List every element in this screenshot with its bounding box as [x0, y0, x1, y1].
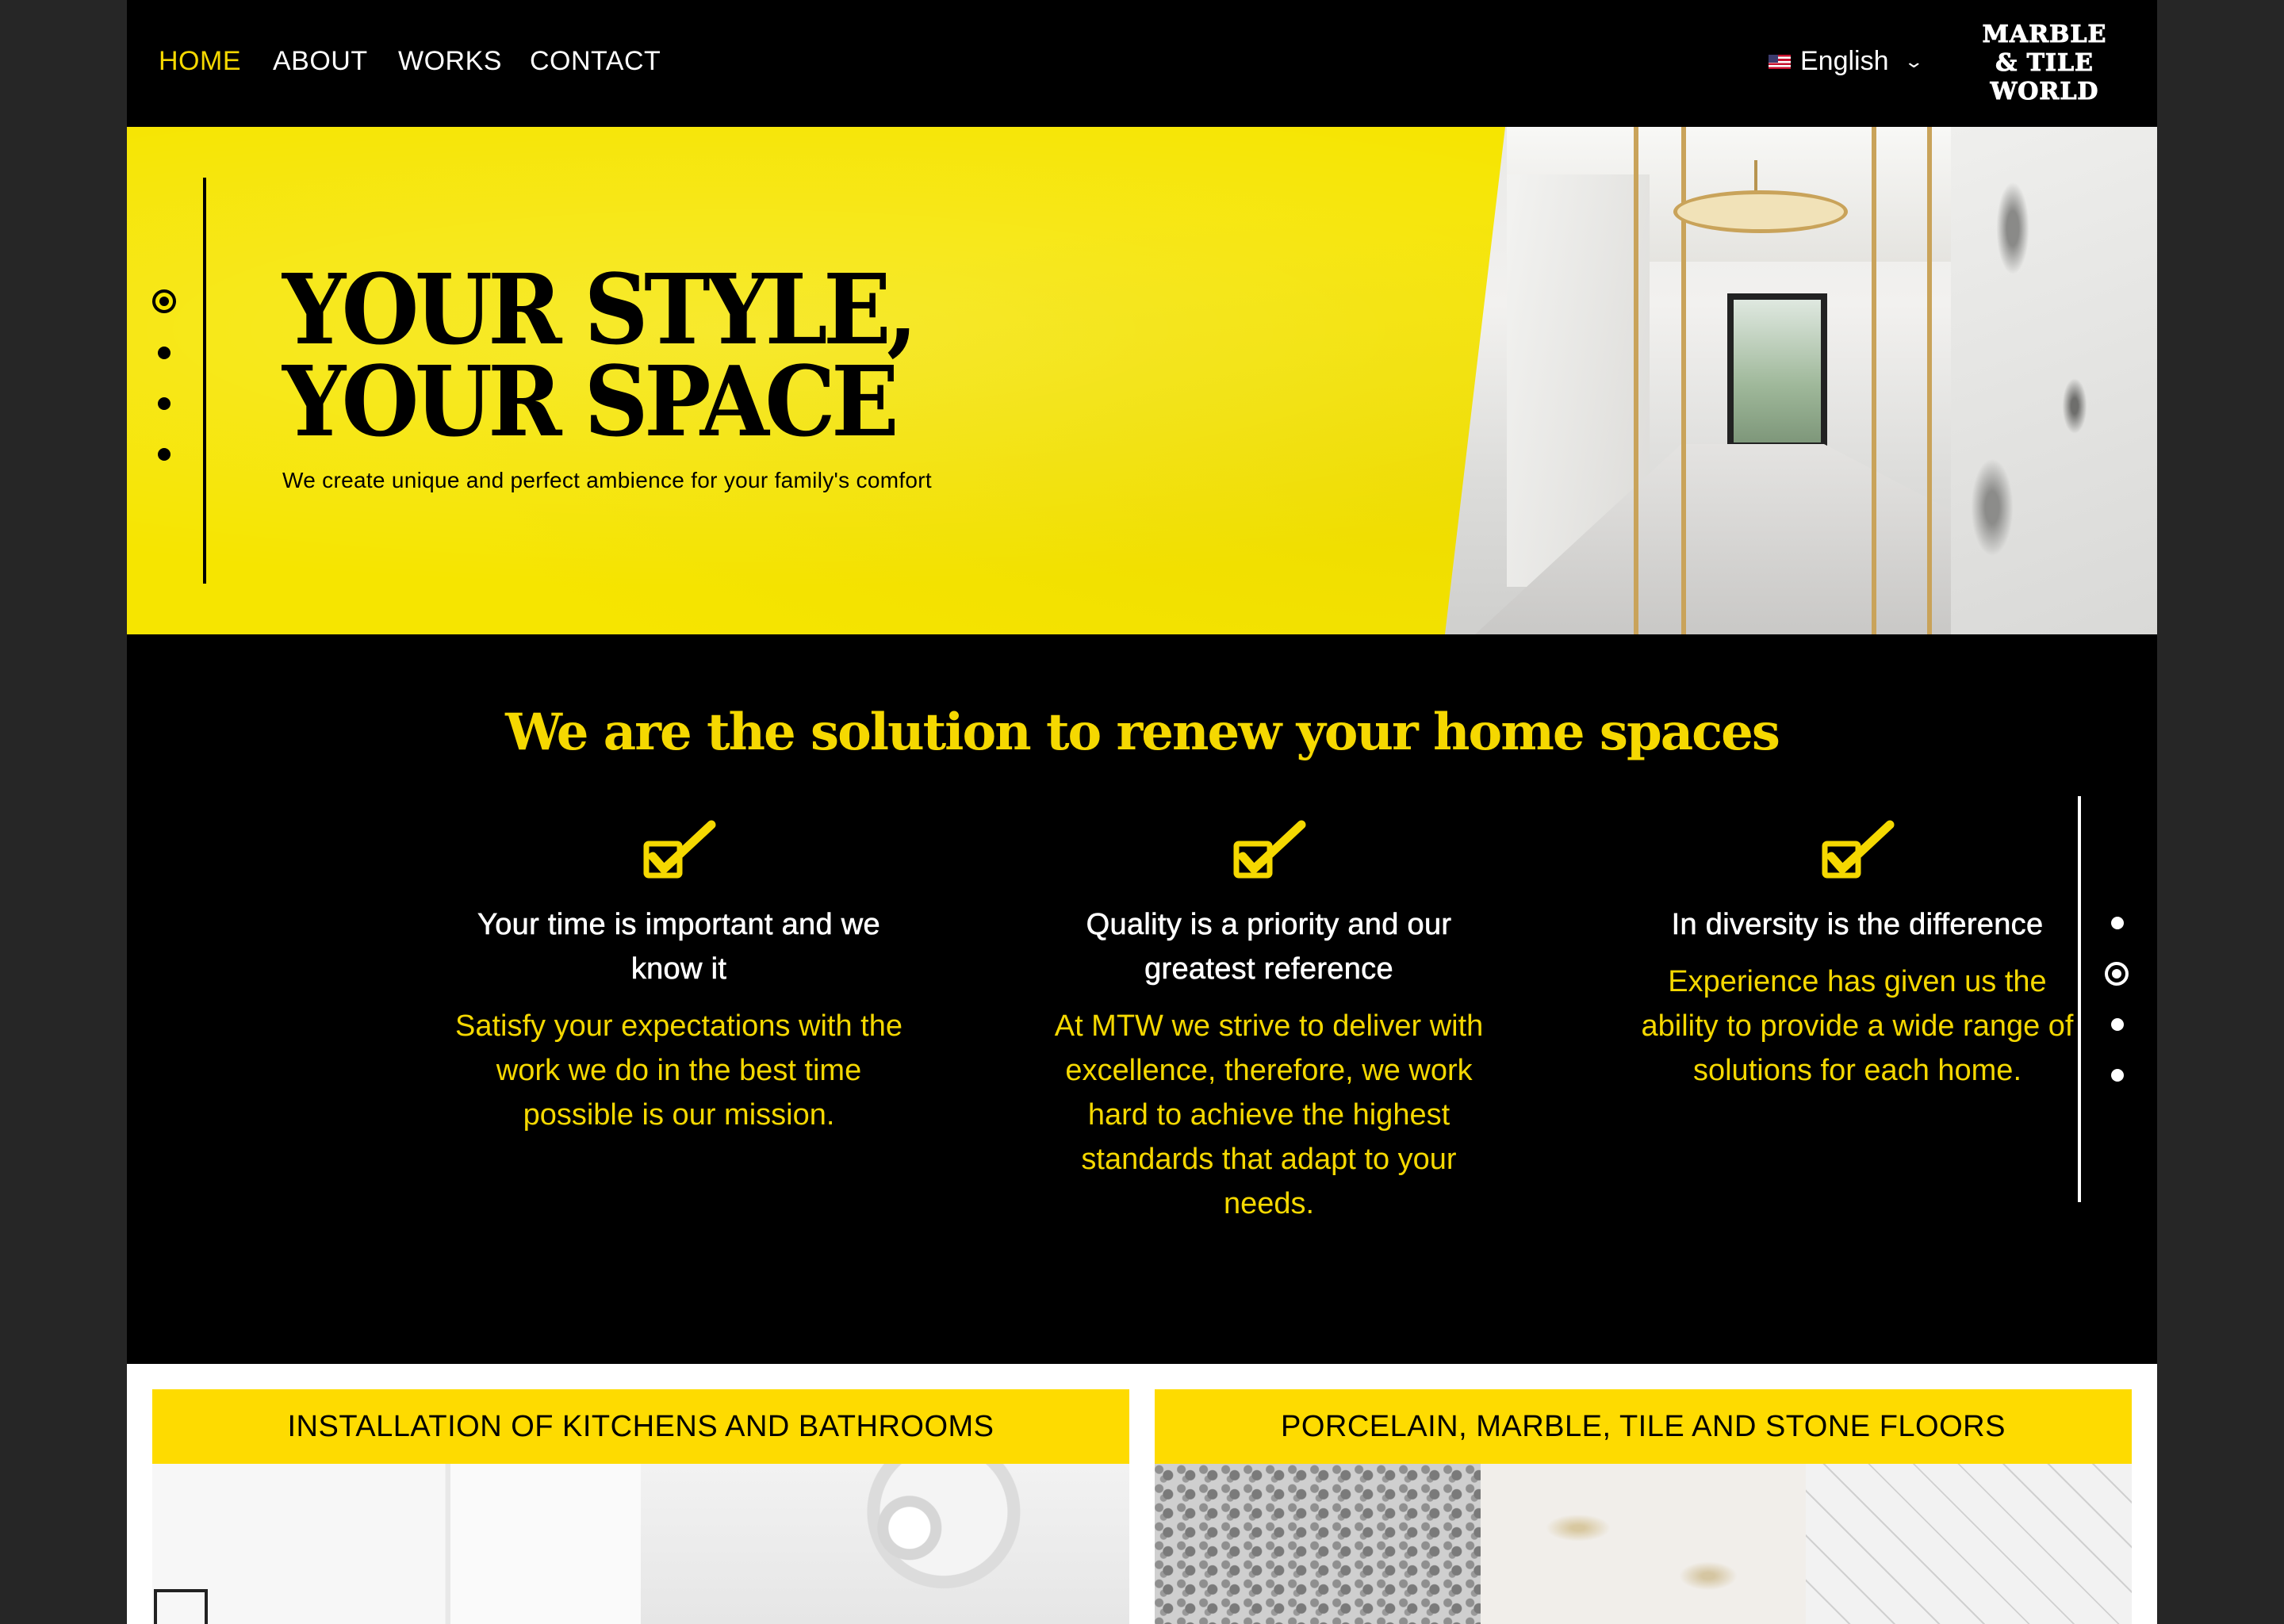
feature-text-line-2: ability to provide a wide range of [1641, 1009, 2074, 1043]
logo-line-1: MARBLE [1982, 21, 2107, 49]
checkbox-check-icon [643, 820, 716, 879]
nav-works[interactable]: WORKS [398, 46, 502, 77]
stone-floor-image [1155, 1464, 1481, 1624]
hero-slide-dot-4[interactable] [158, 448, 171, 461]
nav-contact[interactable]: CONTACT [530, 46, 661, 77]
hero-title: YOUR STYLE, YOUR SPACE [282, 252, 918, 458]
hero-subtitle: We create unique and perfect ambience fo… [282, 468, 932, 492]
feature-card-diversity: In diversity is the difference Experienc… [1604, 817, 2111, 1093]
feature-text-line-1: Experience has given us the [1668, 965, 2047, 998]
service-title-bar: INSTALLATION OF KITCHENS AND BATHROOMS [152, 1389, 1129, 1464]
hero-title-line-2: YOUR SPACE [282, 344, 899, 458]
service-title: INSTALLATION OF KITCHENS AND BATHROOMS [287, 1409, 994, 1443]
tile-floor-image [1806, 1464, 2133, 1624]
hero-slide-dot-1[interactable] [152, 289, 176, 313]
feature-text-line-2: excellence, therefore, we work [1065, 1054, 1473, 1087]
us-flag-icon [1769, 54, 1791, 69]
features-section: We are the solution to renew your home s… [127, 634, 2157, 1364]
feature-text-line-3: possible is our mission. [523, 1098, 835, 1132]
hero-slide-dot-2[interactable] [158, 347, 171, 359]
feature-text-line-2: work we do in the best time [496, 1054, 862, 1087]
service-images [152, 1464, 1129, 1624]
service-title: PORCELAIN, MARBLE, TILE AND STONE FLOORS [1281, 1409, 2006, 1443]
features-slide-dot-1[interactable] [2111, 917, 2124, 929]
feature-heading-line-2: greatest reference [1144, 952, 1393, 986]
feature-heading-line-1: Your time is important and we [477, 908, 880, 942]
hero-slide-dot-3[interactable] [158, 397, 171, 410]
hero-title-line-1: YOUR STYLE, [282, 252, 918, 366]
service-card-kitchens-bathrooms[interactable]: INSTALLATION OF KITCHENS AND BATHROOMS [152, 1389, 1129, 1624]
language-label: English [1800, 46, 1889, 76]
features-slide-dot-3[interactable] [2111, 1018, 2124, 1031]
kitchen-image [152, 1464, 641, 1624]
features-slider-line [2078, 796, 2081, 1202]
marble-floor-image [1480, 1464, 1807, 1624]
features-slide-dot-4[interactable] [2111, 1069, 2124, 1082]
feature-text-line-4: standards that adapt to your [1081, 1143, 1457, 1176]
page: HOME ABOUT WORKS CONTACT English ⌄ MARBL… [127, 0, 2157, 1624]
top-navigation: HOME ABOUT WORKS CONTACT English ⌄ MARBL… [127, 0, 2157, 127]
chevron-down-icon: ⌄ [1903, 51, 1924, 71]
feature-text-line-1: At MTW we strive to deliver with [1054, 1009, 1484, 1043]
feature-heading-line-1: Quality is a priority and our [1086, 908, 1452, 942]
service-images [1155, 1464, 2133, 1624]
feature-card-quality: Quality is a priority and our greatest r… [1015, 817, 1523, 1226]
feature-heading-line-2: know it [630, 952, 727, 986]
bathroom-image [641, 1464, 1129, 1624]
logo-line-3: WORLD [1990, 78, 2099, 106]
service-title-bar: PORCELAIN, MARBLE, TILE AND STONE FLOORS [1155, 1389, 2132, 1464]
site-logo[interactable]: MARBLE & TILE WORLD [1960, 21, 2129, 106]
feature-heading-line-1: In diversity is the difference [1671, 908, 2044, 942]
checkbox-check-icon [1822, 820, 1895, 879]
features-slide-dot-2[interactable] [2105, 962, 2129, 986]
service-card-floors[interactable]: PORCELAIN, MARBLE, TILE AND STONE FLOORS [1155, 1389, 2133, 1624]
feature-text-line-5: needs. [1223, 1187, 1315, 1220]
features-title: We are the solution to renew your home s… [505, 703, 1780, 762]
feature-card-time: Your time is important and we know it Sa… [425, 817, 933, 1137]
nav-about[interactable]: ABOUT [273, 46, 368, 77]
language-selector[interactable]: English ⌄ [1769, 46, 1924, 77]
feature-text-line-1: Satisfy your expectations with the [455, 1009, 902, 1043]
logo-line-2: & TILE [1995, 49, 2094, 78]
feature-text-line-3: solutions for each home. [1692, 1054, 2021, 1087]
nav-home[interactable]: HOME [159, 46, 241, 77]
checkbox-check-icon [1233, 820, 1306, 879]
hero-slider-line [203, 178, 206, 584]
feature-text-line-3: hard to achieve the highest [1087, 1098, 1450, 1132]
hero-banner: YOUR STYLE, YOUR SPACE We create unique … [127, 127, 2157, 634]
services-section: INSTALLATION OF KITCHENS AND BATHROOMS P… [127, 1364, 2157, 1624]
